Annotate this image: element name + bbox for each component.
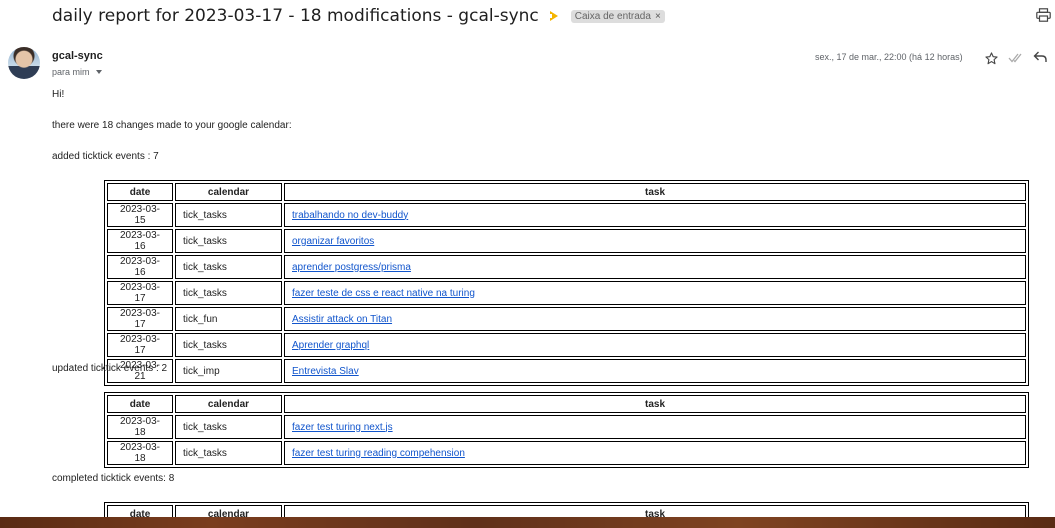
task-link[interactable]: Aprender graphql bbox=[292, 340, 369, 351]
column-header-task: task bbox=[284, 395, 1026, 413]
double-check-icon[interactable] bbox=[1008, 53, 1024, 63]
email-subject: daily report for 2023-03-17 - 18 modific… bbox=[52, 6, 539, 26]
chevron-down-icon[interactable] bbox=[95, 70, 102, 74]
cell-calendar: tick_tasks bbox=[175, 441, 282, 465]
task-link[interactable]: fazer test turing reading compehension bbox=[292, 448, 465, 459]
task-link[interactable]: fazer test turing next.js bbox=[292, 422, 393, 433]
column-header-date: date bbox=[107, 395, 173, 413]
label-chip-text: Caixa de entrada bbox=[574, 10, 651, 22]
cell-task: trabalhando no dev-buddy bbox=[284, 203, 1026, 227]
column-header-date: date bbox=[107, 183, 173, 201]
cell-date: 2023-03-17 bbox=[107, 281, 173, 305]
task-link[interactable]: organizar favoritos bbox=[292, 236, 374, 247]
column-header-calendar: calendar bbox=[175, 183, 282, 201]
cell-task: fazer teste de css e react native na tur… bbox=[284, 281, 1026, 305]
cell-calendar: tick_fun bbox=[175, 307, 282, 331]
reply-icon[interactable] bbox=[1033, 50, 1047, 63]
cell-date: 2023-03-17 bbox=[107, 307, 173, 331]
greeting-text: Hi! bbox=[52, 89, 65, 100]
cell-calendar: tick_tasks bbox=[175, 333, 282, 357]
table-header-row: date calendar task bbox=[107, 183, 1026, 201]
table-header-row: date calendar task bbox=[107, 395, 1026, 413]
table-row: 2023-03-18 tick_tasks fazer test turing … bbox=[107, 441, 1026, 465]
cell-task: aprender postgress/prisma bbox=[284, 255, 1026, 279]
cell-date: 2023-03-15 bbox=[107, 203, 173, 227]
task-link[interactable]: Assistir attack on Titan bbox=[292, 314, 392, 325]
table-row: 2023-03-18 tick_tasks fazer test turing … bbox=[107, 415, 1026, 439]
cell-calendar: tick_tasks bbox=[175, 281, 282, 305]
print-icon[interactable] bbox=[1036, 8, 1051, 22]
task-link[interactable]: aprender postgress/prisma bbox=[292, 262, 411, 273]
cell-task: Assistir attack on Titan bbox=[284, 307, 1026, 331]
cell-calendar: tick_tasks bbox=[175, 229, 282, 253]
table-row: 2023-03-17 tick_tasks fazer teste de css… bbox=[107, 281, 1026, 305]
table-row: 2023-03-15 tick_tasks trabalhando no dev… bbox=[107, 203, 1026, 227]
cell-calendar: tick_tasks bbox=[175, 255, 282, 279]
cell-calendar: tick_imp bbox=[175, 359, 282, 383]
completed-heading: completed ticktick events: 8 bbox=[52, 473, 175, 484]
recipient-label: para mim bbox=[52, 67, 90, 77]
column-header-calendar: calendar bbox=[175, 395, 282, 413]
added-heading: added ticktick events : 7 bbox=[52, 151, 159, 162]
remove-label-icon[interactable]: × bbox=[655, 11, 661, 22]
updated-events-table: date calendar task 2023-03-18 tick_tasks… bbox=[104, 392, 1029, 468]
cell-date: 2023-03-18 bbox=[107, 415, 173, 439]
cell-task: Entrevista Slav bbox=[284, 359, 1026, 383]
column-header-task: task bbox=[284, 183, 1026, 201]
cell-calendar: tick_tasks bbox=[175, 203, 282, 227]
cell-task: fazer test turing next.js bbox=[284, 415, 1026, 439]
added-events-table: date calendar task 2023-03-15 tick_tasks… bbox=[104, 180, 1029, 386]
task-link[interactable]: fazer teste de css e react native na tur… bbox=[292, 288, 475, 299]
task-link[interactable]: Entrevista Slav bbox=[292, 366, 359, 377]
importance-marker-icon[interactable] bbox=[549, 11, 561, 21]
table-row: 2023-03-16 tick_tasks organizar favorito… bbox=[107, 229, 1026, 253]
cell-date: 2023-03-17 bbox=[107, 333, 173, 357]
table-row: 2023-03-16 tick_tasks aprender postgress… bbox=[107, 255, 1026, 279]
table-row: 2023-03-17 tick_fun Assistir attack on T… bbox=[107, 307, 1026, 331]
cell-task: fazer test turing reading compehension bbox=[284, 441, 1026, 465]
summary-text: there were 18 changes made to your googl… bbox=[52, 120, 292, 131]
cell-task: organizar favoritos bbox=[284, 229, 1026, 253]
subject-row: daily report for 2023-03-17 - 18 modific… bbox=[52, 4, 665, 28]
updated-heading: updated ticktick events : 2 bbox=[52, 363, 168, 374]
table-row: 2023-03-21 tick_imp Entrevista Slav bbox=[107, 359, 1026, 383]
cell-date: 2023-03-18 bbox=[107, 441, 173, 465]
email-date: sex., 17 de mar., 22:00 (há 12 horas) bbox=[815, 52, 963, 62]
cell-date: 2023-03-16 bbox=[107, 255, 173, 279]
star-icon[interactable] bbox=[985, 52, 998, 65]
table-row: 2023-03-17 tick_tasks Aprender graphql bbox=[107, 333, 1026, 357]
desk-background bbox=[0, 517, 1055, 528]
cell-calendar: tick_tasks bbox=[175, 415, 282, 439]
sender-name[interactable]: gcal-sync bbox=[52, 50, 103, 62]
task-link[interactable]: trabalhando no dev-buddy bbox=[292, 210, 408, 221]
cell-date: 2023-03-16 bbox=[107, 229, 173, 253]
sender-avatar[interactable] bbox=[8, 47, 40, 79]
cell-task: Aprender graphql bbox=[284, 333, 1026, 357]
recipient-details[interactable]: para mim bbox=[52, 67, 102, 77]
label-chip-inbox[interactable]: Caixa de entrada × bbox=[570, 9, 665, 23]
